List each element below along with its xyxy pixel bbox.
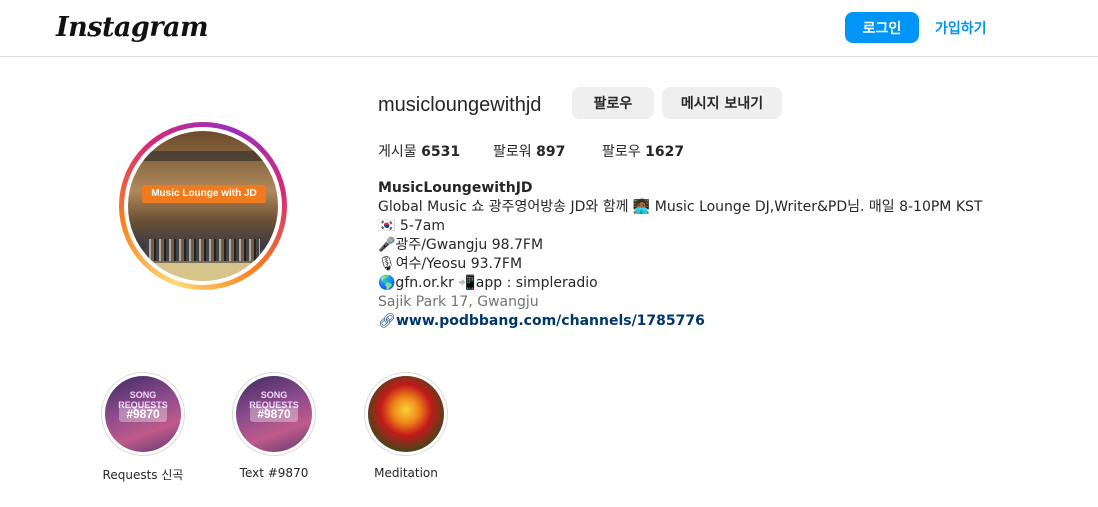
highlight-cover-number: #9870 xyxy=(250,406,298,422)
highlight-cover-flower xyxy=(368,376,444,452)
link-icon: 🔗︎ xyxy=(378,313,396,329)
bio-name: MusicLoungewithJD xyxy=(378,180,533,196)
profile-avatar[interactable]: Music Lounge with JD xyxy=(128,131,278,281)
stat-followers-value: 897 xyxy=(536,144,566,160)
highlight-cover: SONG REQUESTS #9870 xyxy=(105,376,181,452)
follow-button[interactable]: 팔로우 xyxy=(572,87,654,119)
avatar-floor xyxy=(128,263,278,281)
bio-line-2: 🎤광주/Gwangju 98.7FM xyxy=(378,237,544,253)
profile-avatar-ring[interactable]: Music Lounge with JD xyxy=(119,122,287,290)
profile-bio: MusicLoungewithJD Global Music 쇼 광주영어방송 … xyxy=(378,179,998,331)
bio-line-1: Global Music 쇼 광주영어방송 JD와 함께 🧑🏾‍💻 Music … xyxy=(378,199,983,234)
signup-link[interactable]: 가입하기 xyxy=(935,18,987,38)
highlight-label: Text #9870 xyxy=(239,466,309,480)
highlight-ring[interactable]: SONG REQUESTS #9870 xyxy=(232,372,316,456)
avatar-shelf xyxy=(140,151,266,161)
avatar-border: Music Lounge with JD xyxy=(124,127,282,285)
highlight-label: Requests 신곡 xyxy=(102,468,184,482)
stat-following-value: 1627 xyxy=(645,144,685,160)
highlight-label: Meditation xyxy=(374,466,438,480)
highlight-requests[interactable]: SONG REQUESTS #9870 Requests 신곡 xyxy=(73,372,213,483)
avatar-records xyxy=(146,239,260,261)
highlight-text[interactable]: SONG REQUESTS #9870 Text #9870 xyxy=(204,372,344,480)
bio-external-link[interactable]: 🔗︎www.podbbang.com/channels/1785776 xyxy=(378,312,998,331)
stat-followers-label: 팔로워 xyxy=(493,144,532,160)
stat-posts-label: 게시물 xyxy=(378,144,417,160)
profile-username: musicloungewithjd xyxy=(378,94,542,116)
message-button[interactable]: 메시지 보내기 xyxy=(662,87,782,119)
highlight-meditation[interactable]: Meditation xyxy=(336,372,476,480)
highlight-ring[interactable]: SONG REQUESTS #9870 xyxy=(101,372,185,456)
login-button[interactable]: 로그인 xyxy=(845,12,919,43)
avatar-banner: Music Lounge with JD xyxy=(142,185,266,203)
highlight-cover-number: #9870 xyxy=(119,406,167,422)
highlight-cover: SONG REQUESTS #9870 xyxy=(236,376,312,452)
stat-followers[interactable]: 팔로워 897 xyxy=(493,141,565,161)
highlight-ring[interactable] xyxy=(364,372,448,456)
top-nav: Instagram 로그인 가입하기 xyxy=(0,0,1098,57)
stat-posts: 게시물 6531 xyxy=(378,141,460,161)
bio-line-4: 🌎gfn.or.kr 📲app : simpleradio xyxy=(378,275,598,291)
bio-link-text[interactable]: www.podbbang.com/channels/1785776 xyxy=(396,313,705,329)
stat-following[interactable]: 팔로우 1627 xyxy=(602,141,684,161)
bio-line-3: 🎙여수/Yeosu 93.7FM xyxy=(378,256,523,272)
bio-location[interactable]: Sajik Park 17, Gwangju xyxy=(378,293,998,312)
stat-posts-value: 6531 xyxy=(421,144,461,160)
stat-following-label: 팔로우 xyxy=(602,144,641,160)
instagram-logo[interactable]: Instagram xyxy=(56,12,209,43)
